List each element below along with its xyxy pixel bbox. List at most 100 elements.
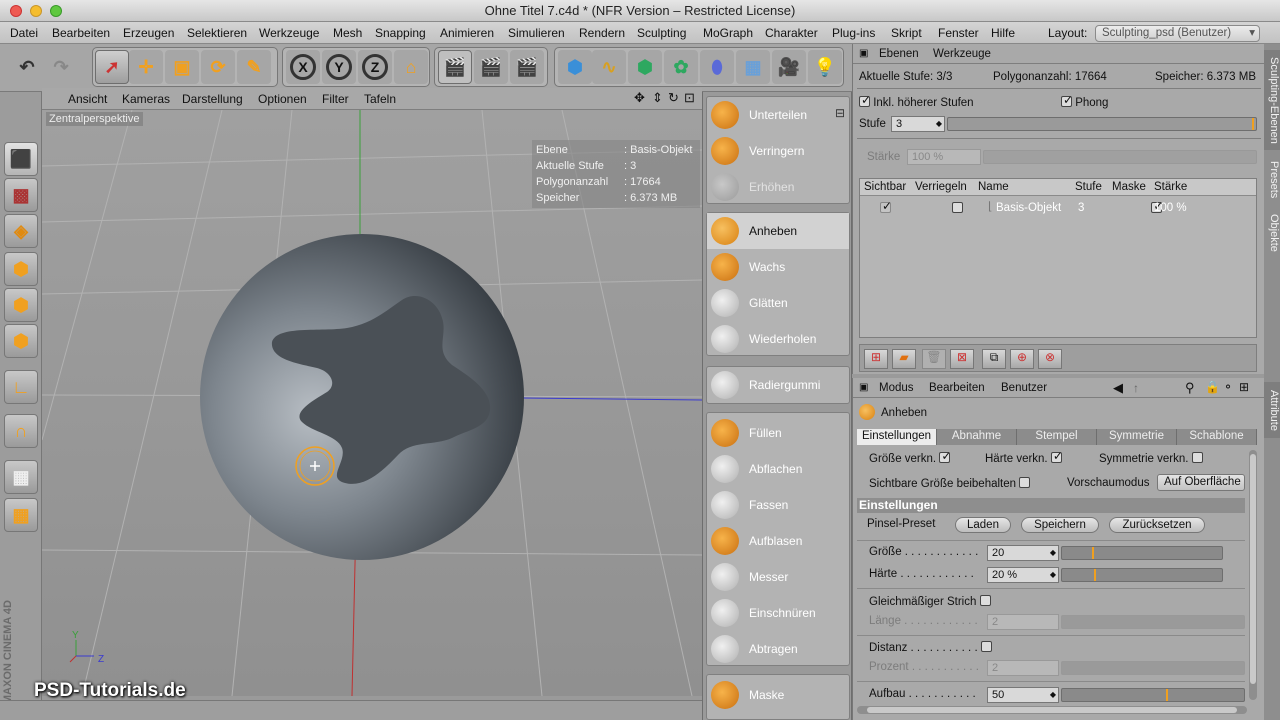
menu-skript[interactable]: Skript xyxy=(891,26,922,40)
distance-option[interactable]: Distanz . . . . . . . . . . . xyxy=(869,641,992,654)
menu-animieren[interactable]: Animieren xyxy=(440,26,494,40)
preview-mode-dropdown[interactable]: Auf Oberfläche xyxy=(1157,474,1245,491)
menu-plugins[interactable]: Plug-ins xyxy=(832,26,875,40)
brush-wachs[interactable]: Wachs xyxy=(707,249,849,285)
menu-fenster[interactable]: Fenster xyxy=(938,26,979,40)
visible-checkbox[interactable] xyxy=(880,199,892,213)
col-name[interactable]: Name xyxy=(978,181,1009,193)
viewport-menu-optionen[interactable]: Optionen xyxy=(258,92,307,106)
flatten-layers-button[interactable]: ⊗ xyxy=(1038,349,1062,369)
tab-stempel[interactable]: Stempel xyxy=(1017,429,1097,445)
floor-button[interactable]: ▦ xyxy=(736,50,770,84)
viewport-zoom-icon[interactable]: ⇕ xyxy=(652,90,663,106)
menu-simulieren[interactable]: Simulieren xyxy=(508,26,565,40)
save-preset-button[interactable]: Speichern xyxy=(1021,517,1099,533)
light-button[interactable]: 💡 xyxy=(808,50,842,84)
table-row[interactable]: ⌊ Basis-Objekt 3 100 % xyxy=(860,198,1256,218)
back-arrow-icon[interactable]: ◀ xyxy=(1113,380,1123,396)
undo-button[interactable]: ↶ xyxy=(12,52,42,82)
menu-rendern[interactable]: Rendern xyxy=(579,26,625,40)
col-verriegeln[interactable]: Verriegeln xyxy=(915,181,967,193)
spline-button[interactable]: ∿ xyxy=(592,50,626,84)
viewport-rotate-icon[interactable]: ↻ xyxy=(668,90,679,106)
render-view-button[interactable]: 🎬 xyxy=(438,50,472,84)
brush-messer[interactable]: Messer xyxy=(707,559,849,595)
stufe-slider[interactable] xyxy=(947,117,1257,131)
planar-workplane-button[interactable]: ▦ xyxy=(4,498,38,532)
viewport-move-icon[interactable]: ✥ xyxy=(634,90,645,106)
array-button[interactable]: ✿ xyxy=(664,50,698,84)
clear-layer-button[interactable]: ⊠ xyxy=(950,349,974,369)
even-stroke-option[interactable]: Gleichmäßiger Strich xyxy=(869,595,991,608)
menu-hilfe[interactable]: Hilfe xyxy=(991,26,1015,40)
col-sichtbar[interactable]: Sichtbar xyxy=(864,181,906,193)
col-staerke[interactable]: Stärke xyxy=(1154,181,1187,193)
minimize-window-button[interactable] xyxy=(30,5,42,17)
new-manager-icon[interactable]: ⊞ xyxy=(1239,380,1249,394)
brush-wiederholen[interactable]: Wiederholen xyxy=(707,321,849,357)
hardness-link-option[interactable]: Härte verkn. xyxy=(985,449,1063,465)
load-preset-button[interactable]: Laden xyxy=(955,517,1011,533)
hardness-link-checkbox[interactable] xyxy=(1050,449,1063,463)
brush-maske[interactable]: Maske xyxy=(707,677,849,713)
keep-visible-size-option[interactable]: Sichtbare Größe beibehalten xyxy=(869,477,1031,490)
viewport-menu-tafeln[interactable]: Tafeln xyxy=(364,92,396,106)
symmetry-link-option[interactable]: Symmetrie verkn. xyxy=(1099,452,1203,465)
close-window-button[interactable] xyxy=(10,5,22,17)
select-tool-button[interactable]: ➚ xyxy=(95,50,129,84)
size-field[interactable]: 20 ◆ xyxy=(987,545,1059,561)
brush-glaetten[interactable]: Glätten xyxy=(707,285,849,321)
menu-erzeugen[interactable]: Erzeugen xyxy=(123,26,174,40)
distance-checkbox[interactable] xyxy=(980,641,992,652)
brush-abtragen[interactable]: Abtragen xyxy=(707,631,849,667)
attr-menu-bearbeiten[interactable]: Bearbeiten xyxy=(929,382,985,394)
layout-dropdown[interactable]: Sculpting_psd (Benutzer) ▾ xyxy=(1095,25,1260,42)
y-axis-lock-button[interactable]: Y xyxy=(322,50,356,84)
percent-slider[interactable] xyxy=(1061,661,1245,675)
attr-menu-modus[interactable]: Modus xyxy=(879,382,914,394)
col-stufe[interactable]: Stufe xyxy=(1075,181,1102,193)
brush-fassen[interactable]: Fassen xyxy=(707,487,849,523)
phong-option[interactable]: Phong xyxy=(1061,93,1108,109)
side-tab-sculpting-layers[interactable]: Sculpting-Ebenen xyxy=(1264,50,1280,150)
camera-button[interactable]: 🎥 xyxy=(772,50,806,84)
scrollbar-thumb[interactable] xyxy=(867,707,1237,713)
brush-erhoehen[interactable]: Erhöhen xyxy=(707,169,849,205)
side-tab-attributes[interactable]: Attribute xyxy=(1264,382,1280,438)
side-tab-objects[interactable]: Objekte xyxy=(1264,208,1280,258)
edges-mode-button[interactable]: ⬢ xyxy=(4,288,38,322)
texture-mode-button[interactable]: ▩ xyxy=(4,178,38,212)
points-mode-button[interactable]: ⬢ xyxy=(4,252,38,286)
size-link-checkbox[interactable] xyxy=(939,449,951,463)
polygons-mode-button[interactable]: ⬢ xyxy=(4,324,38,358)
menu-mesh[interactable]: Mesh xyxy=(333,26,362,40)
forward-arrow-icon[interactable]: ↑ xyxy=(1133,381,1139,395)
length-slider[interactable] xyxy=(1061,615,1245,629)
model-mode-button[interactable]: ⬛ xyxy=(4,142,38,176)
render-picture-viewer-button[interactable]: 🎬 xyxy=(474,50,508,84)
viewport-menu-darstellung[interactable]: Darstellung xyxy=(182,92,243,106)
tab-abnahme[interactable]: Abnahme xyxy=(937,429,1017,445)
lock-checkbox[interactable] xyxy=(952,202,964,213)
pin-icon[interactable]: ⚬ xyxy=(1223,380,1233,394)
menu-werkzeuge[interactable]: Werkzeuge xyxy=(259,26,319,40)
tab-werkzeuge[interactable]: Werkzeuge xyxy=(933,48,991,60)
reset-preset-button[interactable]: Zurücksetzen xyxy=(1109,517,1205,533)
x-axis-lock-button[interactable]: X xyxy=(286,50,320,84)
even-stroke-checkbox[interactable] xyxy=(979,595,991,606)
include-higher-stages-option[interactable]: Inkl. höherer Stufen xyxy=(859,93,974,109)
delete-layer-button[interactable]: 🗑 xyxy=(922,349,946,369)
brush-fuellen[interactable]: Füllen xyxy=(707,415,849,451)
horizontal-scrollbar[interactable] xyxy=(857,706,1247,714)
staerke-slider[interactable] xyxy=(983,150,1257,164)
phong-checkbox[interactable] xyxy=(1061,93,1073,107)
include-higher-stages-checkbox[interactable] xyxy=(859,93,871,107)
cube-object-button[interactable]: ⬢ xyxy=(558,50,592,84)
layer-name[interactable]: Basis-Objekt xyxy=(996,202,1061,214)
deformer-button[interactable]: ⬮ xyxy=(700,50,734,84)
brush-einschnueren[interactable]: Einschnüren xyxy=(707,595,849,631)
brush-verringern[interactable]: Verringern xyxy=(707,133,849,169)
scale-tool-button[interactable]: ▣ xyxy=(165,50,199,84)
size-slider[interactable] xyxy=(1061,546,1223,560)
percent-field[interactable]: 2 xyxy=(987,660,1059,676)
